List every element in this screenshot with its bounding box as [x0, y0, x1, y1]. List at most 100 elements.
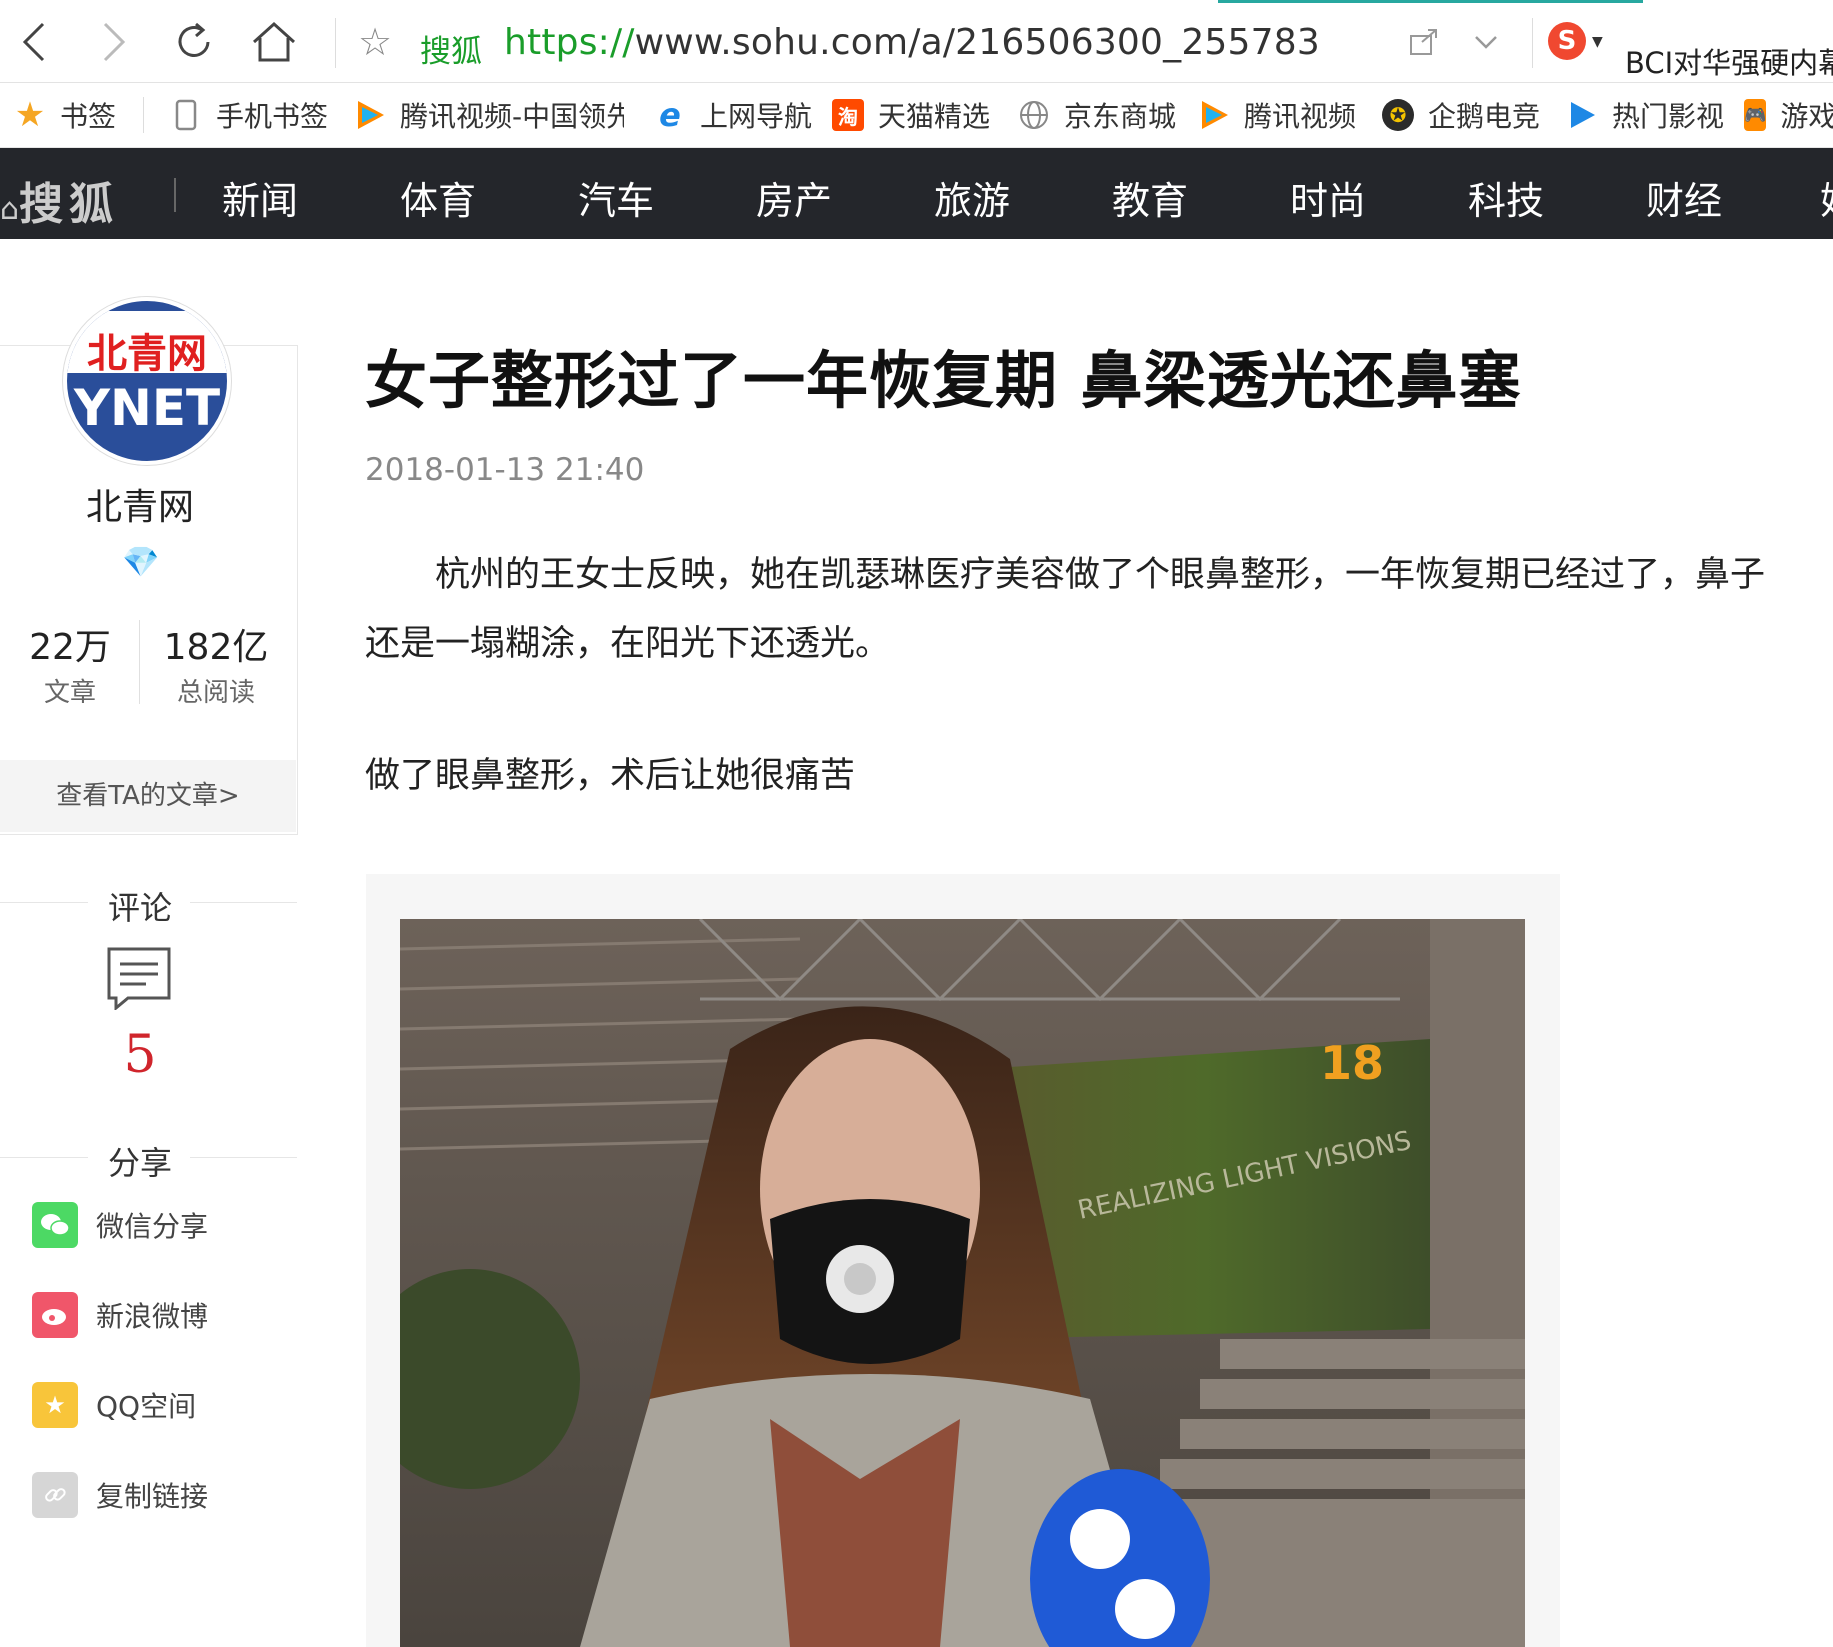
site-name: 搜狐 — [420, 34, 482, 70]
play-icon — [1566, 99, 1598, 131]
share-label: QQ空间 — [96, 1390, 197, 1423]
nav-item-finance[interactable]: 财经 — [1646, 170, 1722, 225]
link-icon — [32, 1472, 78, 1518]
bookmark-divider — [143, 97, 144, 133]
browser-toolbar: ☆ 搜狐 https://www.sohu.com/a/216506300_25… — [0, 0, 1833, 83]
bookmark-label: 天猫精选 — [878, 100, 991, 133]
bookmark-item[interactable]: 腾讯视频-中国领先 — [354, 97, 624, 133]
share-page-icon[interactable] — [1398, 16, 1450, 68]
site-nav: ⌂搜狐 新闻 体育 汽车 房产 旅游 教育 时尚 科技 财经 娱 — [0, 148, 1833, 239]
bookmark-label: 京东商城 — [1064, 100, 1177, 133]
nav-item-sports[interactable]: 体育 — [400, 170, 476, 225]
bookmark-label: 上网导航 — [700, 100, 813, 133]
bookmark-item[interactable]: 热门影视 — [1566, 97, 1724, 133]
sogou-search-icon[interactable]: S — [1548, 22, 1586, 60]
bookmark-label: 热门影视 — [1612, 100, 1725, 133]
weibo-icon — [32, 1292, 78, 1338]
bookmark-item[interactable]: 腾讯视频 — [1198, 97, 1356, 133]
bookmark-item[interactable]: ★ 书签 — [14, 95, 117, 135]
home-icon[interactable] — [248, 16, 300, 68]
articles-label: 文章 — [43, 678, 96, 708]
sohu-logo[interactable]: ⌂搜狐 — [0, 168, 119, 232]
bookmark-item[interactable]: 京东商城 — [1018, 97, 1176, 133]
article-paragraph: 杭州的王女士反映，她在凯瑟琳医疗美容做了个眼鼻整形，一年恢复期已经过了，鼻子 还… — [365, 541, 1825, 679]
avatar-cn-text: 北青网 — [87, 330, 207, 377]
loading-indicator — [1218, 0, 1643, 3]
nav-item-auto[interactable]: 汽车 — [578, 170, 654, 225]
article-photo[interactable]: REALIZING LIGHT VISIONS 18 — [400, 919, 1525, 1647]
stat-divider — [139, 620, 140, 704]
bookmark-label: 手机书签 — [216, 100, 329, 133]
share-label: 微信分享 — [96, 1210, 209, 1243]
phone-icon — [170, 99, 202, 131]
url-text[interactable]: https://www.sohu.com/a/216506300_255783 — [504, 22, 1320, 63]
bookmark-item[interactable]: 🎮 游戏 — [1744, 97, 1833, 133]
paragraph-line: 杭州的王女士反映，她在凯瑟琳医疗美容做了个眼鼻整形，一年恢复期已经过了，鼻子 — [365, 555, 1766, 595]
bookmarks-bar: ★ 书签 手机书签 腾讯视频-中国领先 e 上网导航 淘 天猫精选 京东商城 腾… — [0, 83, 1833, 148]
hot-news-text[interactable]: BCI对华强硬内幕 — [1625, 40, 1833, 82]
nav-item-tech[interactable]: 科技 — [1468, 170, 1544, 225]
toolbar-divider — [1532, 18, 1533, 68]
share-weibo[interactable]: 新浪微博 — [32, 1292, 208, 1338]
reads-stat: 182亿 总阅读 — [146, 618, 286, 709]
nav-divider — [174, 178, 176, 212]
bookmark-item[interactable]: 手机书签 — [170, 97, 328, 133]
comment-icon[interactable] — [106, 946, 172, 1012]
bookmark-label: 腾讯视频 — [1244, 100, 1357, 133]
forward-icon[interactable] — [88, 16, 140, 68]
back-icon[interactable] — [8, 16, 60, 68]
verified-diamond-icon: 💎 — [122, 545, 160, 580]
paragraph-line: 还是一塌糊涂，在阳光下还透光。 — [365, 624, 891, 664]
star-icon: ★ — [14, 95, 46, 135]
bookmark-label: 游戏 — [1780, 100, 1833, 133]
article-date: 2018-01-13 21:40 — [365, 452, 645, 488]
nav-item-entertainment[interactable]: 娱 — [1820, 170, 1833, 225]
share-label: 新浪微博 — [96, 1300, 209, 1333]
nav-item-fashion[interactable]: 时尚 — [1290, 170, 1366, 225]
url-protocol: https:// — [504, 22, 635, 63]
chevron-down-icon[interactable] — [1460, 16, 1512, 68]
url-path: www.sohu.com/a/216506300_255783 — [634, 22, 1320, 63]
avatar[interactable]: 北青网 YNET — [63, 297, 231, 465]
nav-item-travel[interactable]: 旅游 — [934, 170, 1010, 225]
bookmark-label: 企鹅电竞 — [1428, 100, 1541, 133]
favorite-star-icon[interactable]: ☆ — [358, 20, 392, 64]
tencent-video-icon — [354, 99, 386, 131]
comment-count[interactable]: 5 — [0, 1025, 280, 1085]
bookmark-label: 腾讯视频-中国领先 — [400, 100, 624, 133]
author-name[interactable]: 北青网 — [0, 478, 280, 530]
globe-icon — [1018, 99, 1050, 131]
comments-title: 评论 — [107, 889, 172, 927]
home-icon: ⌂ — [0, 192, 20, 227]
nav-item-realestate[interactable]: 房产 — [756, 170, 832, 225]
search-engine-dropdown-icon[interactable]: ▼ — [1592, 34, 1603, 50]
articles-stat: 22万 文章 — [0, 618, 140, 709]
bookmark-label: 书签 — [60, 100, 117, 133]
article-paragraph: 做了眼鼻整形，术后让她很痛苦 — [365, 756, 856, 796]
share-title: 分享 — [107, 1144, 172, 1182]
reload-icon[interactable] — [168, 16, 220, 68]
articles-count: 22万 — [29, 627, 111, 668]
article-title: 女子整形过了一年恢复期 鼻梁透光还鼻塞 — [365, 344, 1522, 417]
address-bar[interactable]: ☆ 搜狐 https://www.sohu.com/a/216506300_25… — [358, 14, 1528, 72]
qzone-icon: ★ — [32, 1382, 78, 1428]
sohu-logo-text: 搜狐 — [19, 179, 120, 230]
bookmark-item[interactable]: 淘 天猫精选 — [832, 97, 990, 133]
nav-item-news[interactable]: 新闻 — [222, 170, 298, 225]
bookmark-item[interactable]: ✪ 企鹅电竞 — [1382, 97, 1540, 133]
toolbar-divider — [335, 18, 336, 68]
reads-label: 总阅读 — [176, 678, 255, 708]
ie-icon: e — [659, 96, 681, 134]
view-author-articles-link[interactable]: 查看TA的文章> — [0, 760, 296, 832]
gamepad-icon: 🎮 — [1744, 99, 1767, 131]
tmall-icon: 淘 — [832, 99, 864, 131]
share-wechat[interactable]: 微信分享 — [32, 1202, 208, 1248]
bookmark-item[interactable]: e 上网导航 — [654, 96, 813, 134]
wechat-icon — [32, 1202, 78, 1248]
tv-station-logo: 18 — [1320, 1036, 1384, 1090]
share-copy-link[interactable]: 复制链接 — [32, 1472, 208, 1518]
nav-item-education[interactable]: 教育 — [1112, 170, 1188, 225]
avatar-en-text: YNET — [73, 379, 221, 437]
share-qzone[interactable]: ★ QQ空间 — [32, 1382, 196, 1428]
reads-count: 182亿 — [163, 627, 269, 668]
